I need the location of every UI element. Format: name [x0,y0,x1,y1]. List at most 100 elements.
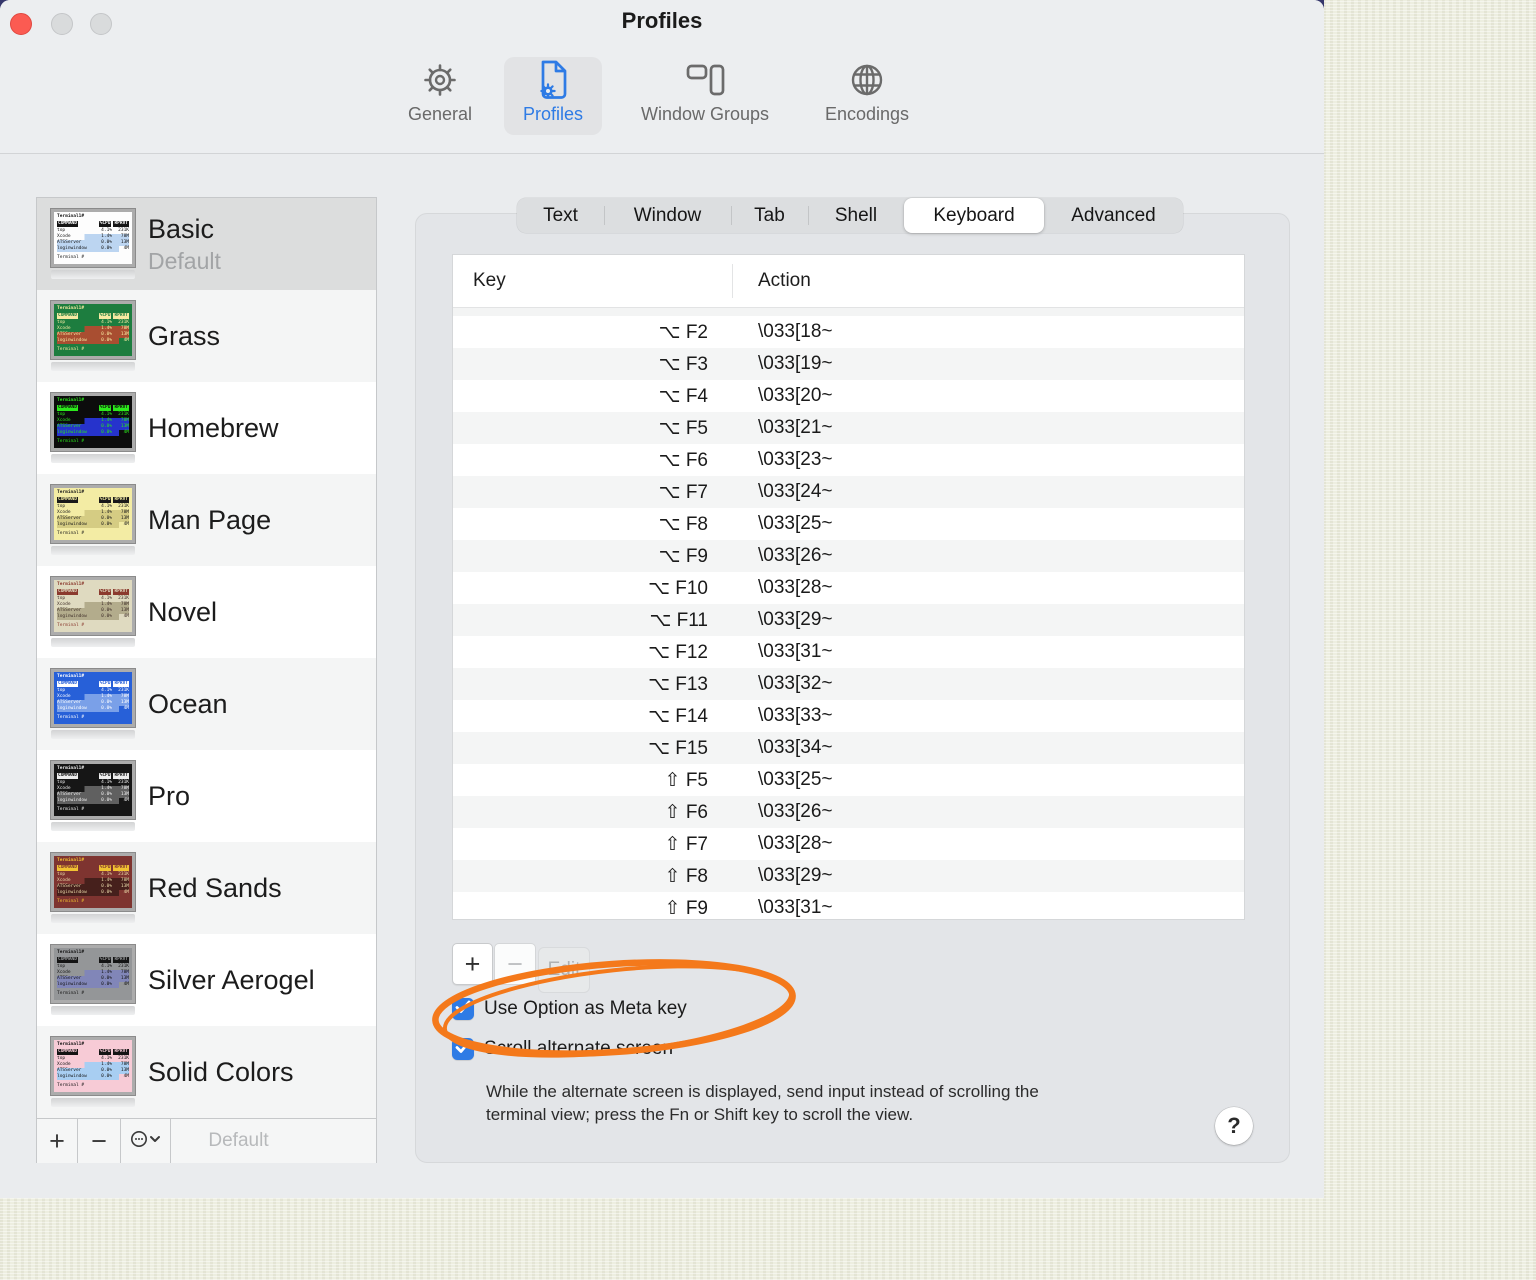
key-binding-row[interactable]: ⇧ F5 \033[25~ [453,764,1244,796]
profile-thumbnail: Terminal1# COMMAND %CPU RPRVT top 4.1% 231K Xco… [51,301,135,371]
action-cell: \033[28~ [758,833,833,854]
profile-list-item-silver-aerogel[interactable]: Terminal1# COMMAND %CPU RPRVT top 4.1% 231K Xco… [37,934,376,1026]
profile-list-item-man-page[interactable]: Terminal1# COMMAND %CPU RPRVT top 4.1% 231K Xco… [37,474,376,566]
tab-keyboard[interactable]: Keyboard [904,198,1044,233]
key-cell: ⌥ F5 [658,417,708,439]
column-header-key[interactable]: Key [453,270,506,292]
action-cell: \033[21~ [758,417,833,438]
profile-list-item-solid-colors[interactable]: Terminal1# COMMAND %CPU RPRVT top 4.1% 231K Xco… [37,1026,376,1118]
action-cell: \033[29~ [758,609,833,630]
tab-tab[interactable]: Tab [731,198,808,233]
key-binding-row[interactable]: ⌥ F13 \033[32~ [453,668,1244,700]
action-cell: \033[31~ [758,897,833,918]
thumb-process-row: loginwindow 0.0% 4M [57,889,129,896]
thumb-terminal-preview: Terminal1# COMMAND %CPU RPRVT top 4.1% 231K Xco… [51,1037,135,1095]
key-binding-row[interactable]: ⌥ F2 \033[18~ [453,316,1244,348]
thumb-header-row: COMMAND %CPU RPRVT [57,312,129,320]
add-key-binding-button[interactable]: + [452,943,493,985]
checkbox-scroll-alternate-screen[interactable] [452,1038,474,1060]
key-binding-row[interactable]: ⌥ F12 \033[31~ [453,636,1244,668]
profile-name: Basic [148,213,215,244]
thumb-terminal-preview: Terminal1# COMMAND %CPU RPRVT top 4.1% 231K Xco… [51,485,135,543]
action-cell: \033[18~ [758,321,833,342]
key-cell: ⌥ F14 [648,705,708,727]
key-binding-row[interactable]: ⌥ F8 \033[25~ [453,508,1244,540]
action-cell: \033[24~ [758,481,833,502]
key-binding-row[interactable]: ⌥ F11 \033[29~ [453,604,1244,636]
key-binding-row[interactable]: ⌥ F7 \033[24~ [453,476,1244,508]
profile-list-item-red-sands[interactable]: Terminal1# COMMAND %CPU RPRVT top 4.1% 231K Xco… [37,842,376,934]
table-header: Key Action [453,255,1244,308]
action-cell: \033[23~ [758,449,833,470]
action-cell: \033[34~ [758,737,833,758]
toolbar-item-general[interactable]: General [398,57,482,135]
key-binding-row[interactable]: ⌥ F14 \033[33~ [453,700,1244,732]
thumb-terminal-preview: Terminal1# COMMAND %CPU RPRVT top 4.1% 231K Xco… [51,393,135,451]
action-cell: \033[19~ [758,353,833,374]
thumb-terminal-preview: Terminal1# COMMAND %CPU RPRVT top 4.1% 231K Xco… [51,761,135,819]
key-binding-row[interactable]: ⌥ F6 \033[23~ [453,444,1244,476]
profile-list-item-basic[interactable]: Terminal1# COMMAND %CPU RPRVT top 4.1% 231K Xco… [37,198,376,290]
tab-advanced[interactable]: Advanced [1044,198,1183,233]
tab-window[interactable]: Window [604,198,731,233]
toolbar-item-encodings[interactable]: Encodings [808,57,926,135]
action-cell: \033[33~ [758,705,833,726]
add-profile-button[interactable]: + [37,1119,78,1163]
thumb-terminal-preview: Terminal1# COMMAND %CPU RPRVT top 4.1% 231K Xco… [51,945,135,1003]
key-cell: ⌥ F12 [648,641,708,663]
key-cell: ⌥ F4 [658,385,708,407]
set-default-button[interactable]: Default [171,1119,376,1163]
thumb-reflection [51,1098,135,1107]
profile-thumbnail: Terminal1# COMMAND %CPU RPRVT top 4.1% 231K Xco… [51,1037,135,1107]
toolbar-item-label: Window Groups [640,104,770,124]
profile-list-item-novel[interactable]: Terminal1# COMMAND %CPU RPRVT top 4.1% 231K Xco… [37,566,376,658]
edit-key-binding-button[interactable]: Edit [538,947,590,993]
thumb-terminal-preview: Terminal1# COMMAND %CPU RPRVT top 4.1% 231K Xco… [51,301,135,359]
tab-label: Text [543,204,578,226]
profile-name: Pro [148,780,191,811]
column-header-action[interactable]: Action [758,270,811,292]
checkbox-use-option-as-meta-key[interactable] [452,998,474,1020]
thumb-header-row: COMMAND %CPU RPRVT [57,220,129,228]
thumb-terminal-preview: Terminal1# COMMAND %CPU RPRVT top 4.1% 231K Xco… [51,577,135,635]
profile-thumbnail: Terminal1# COMMAND %CPU RPRVT top 4.1% 231K Xco… [51,577,135,647]
action-cell: \033[25~ [758,769,833,790]
help-button[interactable]: ? [1215,1107,1253,1145]
toolbar-item-profiles[interactable]: Profiles [504,57,602,135]
more-options-icon [130,1130,162,1153]
terminal-preferences-window: Profiles General Profiles Window Groups Enc… [0,0,1324,1198]
tab-text[interactable]: Text [517,198,604,233]
check-icon [455,1040,471,1059]
key-binding-row[interactable]: ⇧ F9 \033[31~ [453,892,1244,919]
tab-shell[interactable]: Shell [808,198,904,233]
key-binding-row[interactable]: ⌥ F15 \033[34~ [453,732,1244,764]
checkbox-label: Use Option as Meta key [484,998,687,1019]
key-binding-row[interactable]: ⌥ F10 \033[28~ [453,572,1244,604]
profile-thumbnail: Terminal1# COMMAND %CPU RPRVT top 4.1% 231K Xco… [51,853,135,923]
profile-list-item-ocean[interactable]: Terminal1# COMMAND %CPU RPRVT top 4.1% 231K Xco… [37,658,376,750]
key-binding-row[interactable]: ⌥ F3 \033[19~ [453,348,1244,380]
key-cell: ⇧ F6 [664,801,708,823]
key-binding-row[interactable]: ⇧ F7 \033[28~ [453,828,1244,860]
key-cell: ⌥ F3 [658,353,708,375]
toolbar-item-window-groups[interactable]: Window Groups [620,57,790,135]
more-options-button[interactable] [121,1119,171,1163]
key-binding-row[interactable]: ⌥ F5 \033[21~ [453,412,1244,444]
thumb-header-row: COMMAND %CPU RPRVT [57,496,129,504]
remove-profile-button[interactable]: − [78,1119,121,1163]
profile-list-item-pro[interactable]: Terminal1# COMMAND %CPU RPRVT top 4.1% 231K Xco… [37,750,376,842]
key-binding-row[interactable]: ⇧ F8 \033[29~ [453,860,1244,892]
profile-list-item-grass[interactable]: Terminal1# COMMAND %CPU RPRVT top 4.1% 231K Xco… [37,290,376,382]
key-cell: ⌥ F7 [658,481,708,503]
profile-list-item-homebrew[interactable]: Terminal1# COMMAND %CPU RPRVT top 4.1% 231K Xco… [37,382,376,474]
gear-icon [421,57,459,103]
remove-key-binding-button[interactable]: − [494,943,536,985]
checkbox-label: Scroll alternate screen [484,1038,674,1059]
thumb-process-row: loginwindow 0.0% 4M [57,613,129,620]
tab-label: Window [633,204,702,226]
key-binding-row[interactable]: ⇧ F6 \033[26~ [453,796,1244,828]
column-divider[interactable] [732,264,733,298]
key-binding-row[interactable]: ⌥ F4 \033[20~ [453,380,1244,412]
key-binding-row[interactable]: ⌥ F9 \033[26~ [453,540,1244,572]
thumb-process-row: loginwindow 0.0% 4M [57,981,129,988]
